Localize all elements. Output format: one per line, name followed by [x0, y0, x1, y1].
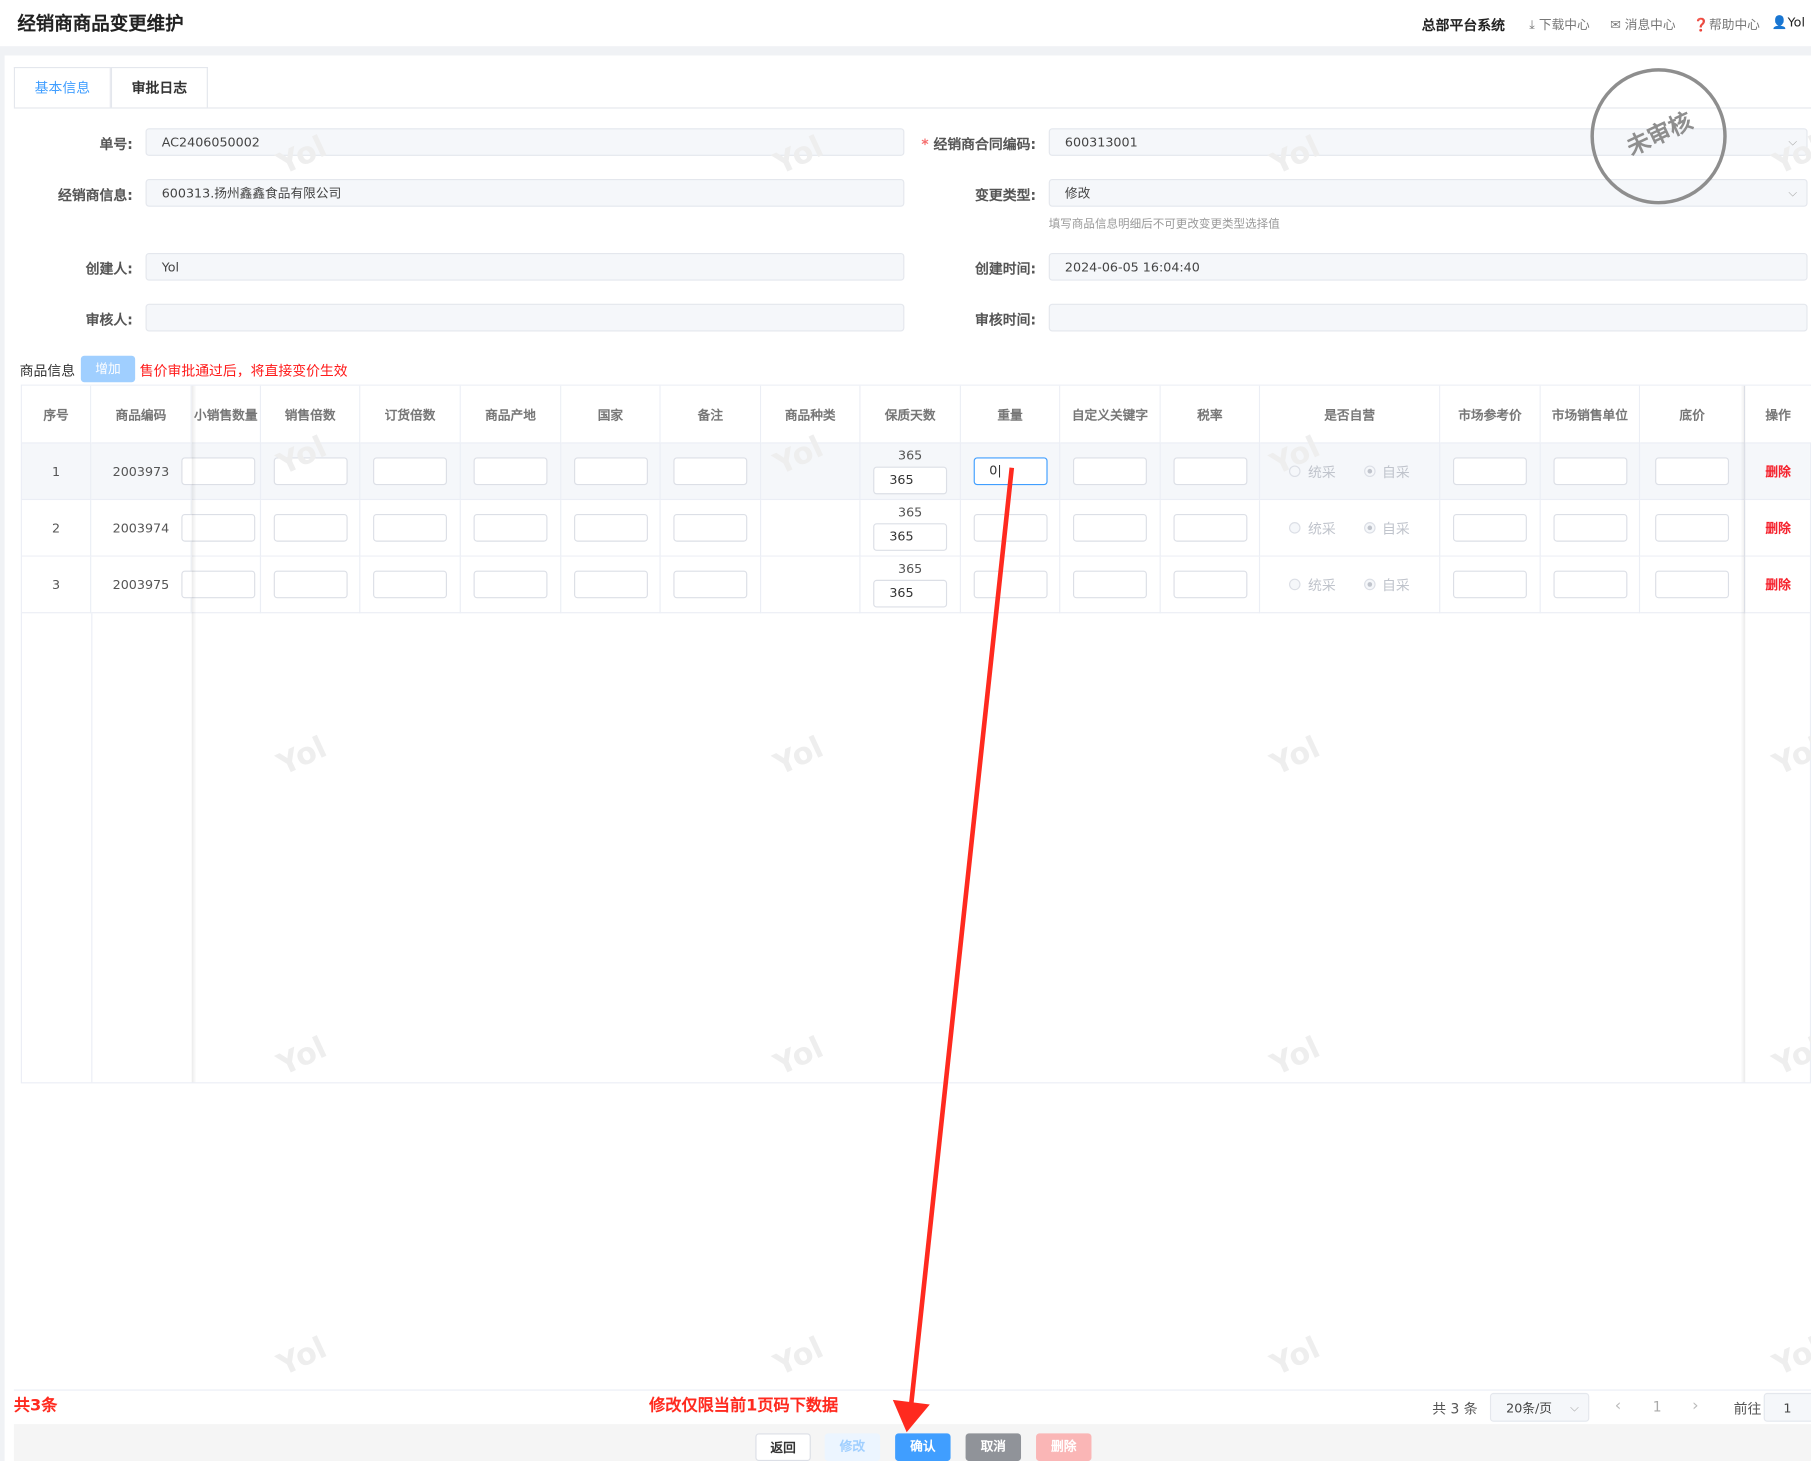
page: 经销商商品变更维护 总部平台系统 ⤓ 下载中心 ✉ 消息中心 ❓帮助中心 👤Yo… — [0, 0, 1811, 1461]
arrow-head — [892, 1399, 930, 1433]
annotation-arrow — [892, 467, 1015, 1433]
arrow-line — [908, 467, 1015, 1404]
